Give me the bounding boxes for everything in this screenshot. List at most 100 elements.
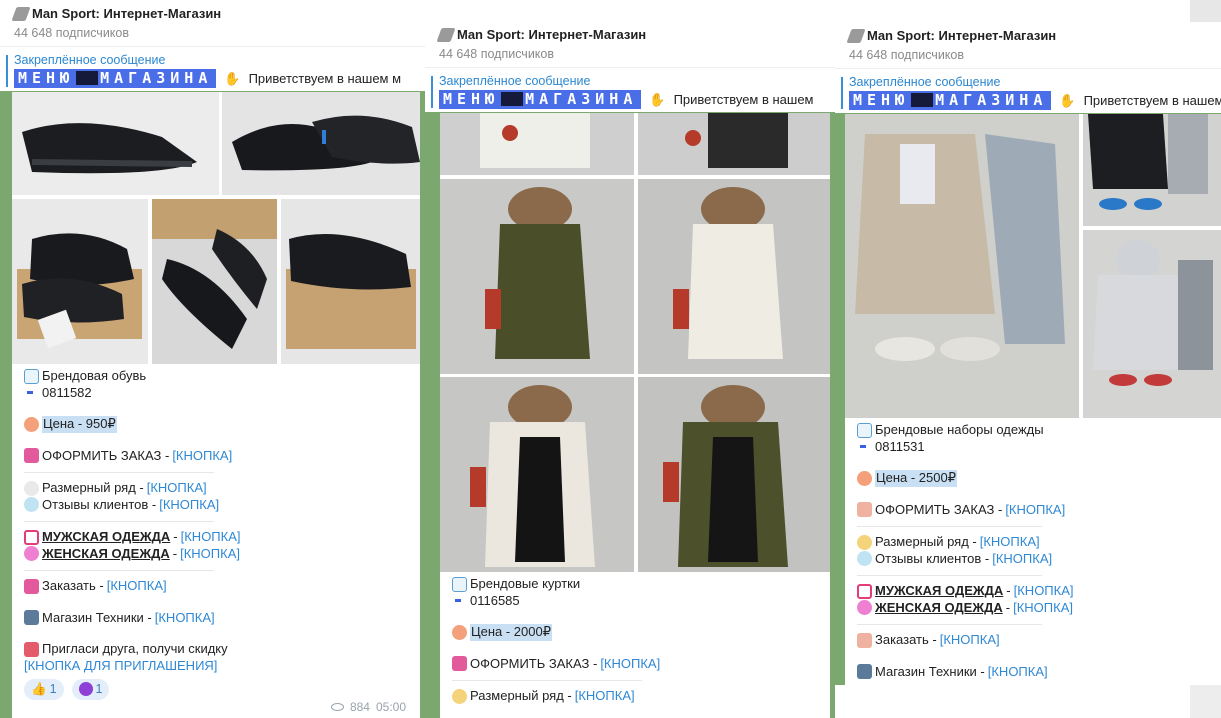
size-button[interactable]: [КНОПКА] [147,480,207,497]
photo-shoe-1[interactable] [12,92,219,195]
menu-badge: МЕНЮ МАГАЗИНА [849,91,1052,110]
women-clothing-link[interactable]: ЖЕНСКАЯ ОДЕЖДА [42,546,170,563]
size-label: Размерный ряд - [875,534,977,549]
divider [857,526,1042,527]
chat-header[interactable]: Man Sport: Интернет-Магазин 44 648 подпи… [425,21,835,67]
post-category: Брендовая обувь [42,368,147,383]
pinned-indicator [6,55,8,87]
reviews-button[interactable]: [КНОПКА] [992,551,1052,568]
money-bag-icon [452,624,467,640]
background-window-edge [1190,0,1221,22]
tech-label: Магазин Техники - [42,609,152,625]
men-clothing-button[interactable]: [КНОПКА] [1014,583,1074,600]
shopping-bag-icon [24,448,39,464]
men-clothing-link[interactable]: МУЖСКАЯ ОДЕЖДА [42,529,170,546]
shopping-bag-icon [24,578,39,594]
chat-header[interactable]: Man Sport: Интернет-Магазин 44 648 подпи… [0,0,425,46]
order2-label: Заказать - [42,578,104,593]
eye-icon [330,703,344,711]
reaction-devil[interactable]: 1 [71,679,110,700]
heart-icon [857,600,872,616]
order-button[interactable]: [КНОПКА] [1005,502,1065,519]
size-button[interactable]: [КНОПКА] [980,534,1040,551]
photo-shoe-2[interactable] [222,92,420,195]
chat-window-shoes: Man Sport: Интернет-Магазин 44 648 подпи… [0,0,425,718]
devil-icon [78,682,93,697]
post-message: Брендовые куртки 0116585 Цена - 2000₽ ОФ… [440,113,830,718]
photo-jacket-white-open[interactable] [440,377,634,572]
post-message: Брендовые наборы одежды 0811531 Цена - 2… [845,114,1221,685]
reaction-thumbs-up[interactable]: 👍 1 [24,679,64,700]
photo-set-black[interactable] [1083,114,1221,226]
photo-jacket-top-left[interactable] [440,113,634,175]
women-clothing-link[interactable]: ЖЕНСКАЯ ОДЕЖДА [875,600,1003,617]
dash-marker [455,599,461,603]
pinned-message[interactable]: Закреплённое сообщение МЕНЮ МАГАЗИНА ✋ Пр… [835,68,1221,113]
tech-label: Магазин Техники - [875,663,985,679]
photo-set-grey[interactable] [1083,230,1221,418]
photo-jacket-olive-front[interactable] [440,179,634,374]
photo-shoe-box-2[interactable] [152,199,277,364]
dash-marker [27,391,33,395]
men-clothing-link[interactable]: МУЖСКАЯ ОДЕЖДА [875,583,1003,600]
channel-title: Man Sport: Интернет-Магазин [867,28,1057,43]
lightbulb-icon [857,534,872,550]
pinned-message[interactable]: Закреплённое сообщение МЕНЮ МАГАЗИНА ✋ Пр… [0,46,425,91]
divider [24,570,214,571]
post-text: Брендовые наборы одежды 0811531 Цена - 2… [845,418,1221,680]
chat-header[interactable]: Man Sport: Интернет-Магазин 44 648 подпи… [835,22,1221,68]
invite-text: Пригласи друга, получи скидку [42,641,228,656]
invite-button[interactable]: [КНОПКА ДЛЯ ПРИГЛАШЕНИЯ] [24,658,217,675]
post-article: 0811531 [875,438,925,454]
speech-bubble-icon [24,497,39,513]
money-bag-icon [24,416,39,432]
tech-button[interactable]: [КНОПКА] [988,664,1048,681]
women-clothing-button[interactable]: [КНОПКА] [1013,600,1073,617]
size-button[interactable]: [КНОПКА] [575,688,635,705]
phone-icon [24,610,39,626]
photo-set-beige[interactable] [845,114,1079,418]
photo-jacket-top-right[interactable] [638,113,830,175]
women-clothing-button[interactable]: [КНОПКА] [180,546,240,563]
post-text: Брендовые куртки 0116585 Цена - 2000₽ ОФ… [440,572,830,705]
photo-jacket-white-front[interactable] [638,179,830,374]
shopping-bag-icon [452,656,467,672]
pinned-preview: Приветствуем в нашем [1083,93,1221,108]
photo-jacket-olive-open[interactable] [638,377,830,572]
order-button[interactable]: [КНОПКА] [600,656,660,673]
channel-title: Man Sport: Интернет-Магазин [457,27,647,42]
subscriber-count: 44 648 подписчиков [14,26,130,40]
post-price: Цена - 950₽ [42,416,117,433]
divider [24,521,214,522]
brand-logo-icon [501,92,524,106]
size-label: Размерный ряд - [42,480,144,495]
order-label: ОФОРМИТЬ ЗАКАЗ - [875,501,1003,517]
money-bag-icon [857,470,872,486]
photo-shoe-box-3[interactable] [281,199,420,364]
reviews-button[interactable]: [КНОПКА] [159,497,219,514]
size-label: Размерный ряд - [470,688,572,703]
post-article: 0811582 [42,384,92,400]
tech-button[interactable]: [КНОПКА] [155,610,215,627]
men-clothing-button[interactable]: [КНОПКА] [181,529,241,546]
photo-shoe-box-1[interactable] [12,199,148,364]
menu-badge: МЕНЮ МАГАЗИНА [439,90,642,109]
post-price: Цена - 2500₽ [875,470,957,487]
shirt-icon [452,576,467,592]
pinned-preview: Приветствуем в нашем м [248,71,402,86]
men-icon [24,529,39,545]
order-label: ОФОРМИТЬ ЗАКАЗ - [470,655,598,671]
order2-button[interactable]: [КНОПКА] [107,578,167,595]
photo-gallery [440,113,830,572]
divider [452,680,642,681]
order2-button[interactable]: [КНОПКА] [940,632,1000,649]
heart-icon [24,546,39,562]
sock-icon [436,27,456,42]
order-button[interactable]: [КНОПКА] [172,448,232,465]
message-meta: 884 05:00 [330,700,406,714]
subscriber-count: 44 648 подписчиков [849,48,965,62]
shopping-bag-icon [857,632,872,648]
pinned-label: Закреплённое сообщение [849,75,1001,89]
wave-hand-icon: ✋ [224,70,241,86]
pinned-message[interactable]: Закреплённое сообщение МЕНЮ МАГАЗИНА ✋ Пр… [425,67,835,112]
